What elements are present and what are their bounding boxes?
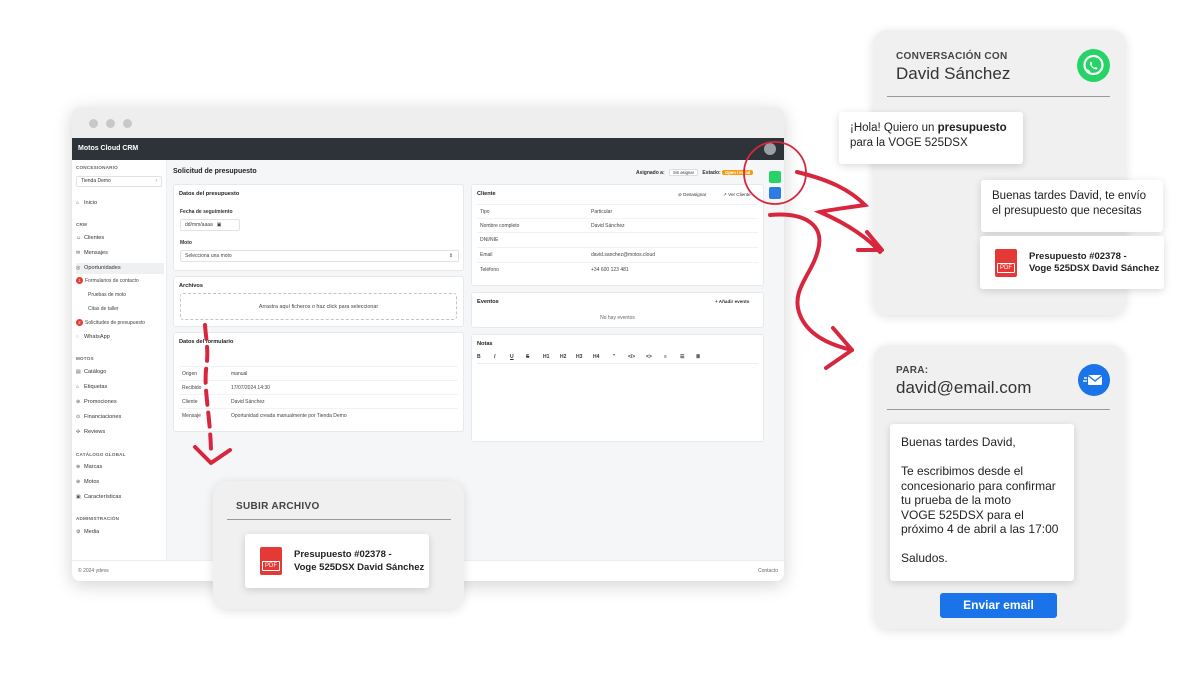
arrow-to-whatsapp xyxy=(795,170,882,254)
decorative-arrows xyxy=(193,141,884,465)
arrow-to-email xyxy=(768,212,854,352)
arrow-to-upload xyxy=(203,323,213,452)
stage: Motos Cloud CRM CONCESIONARIO Tienda Dem… xyxy=(0,0,1200,690)
